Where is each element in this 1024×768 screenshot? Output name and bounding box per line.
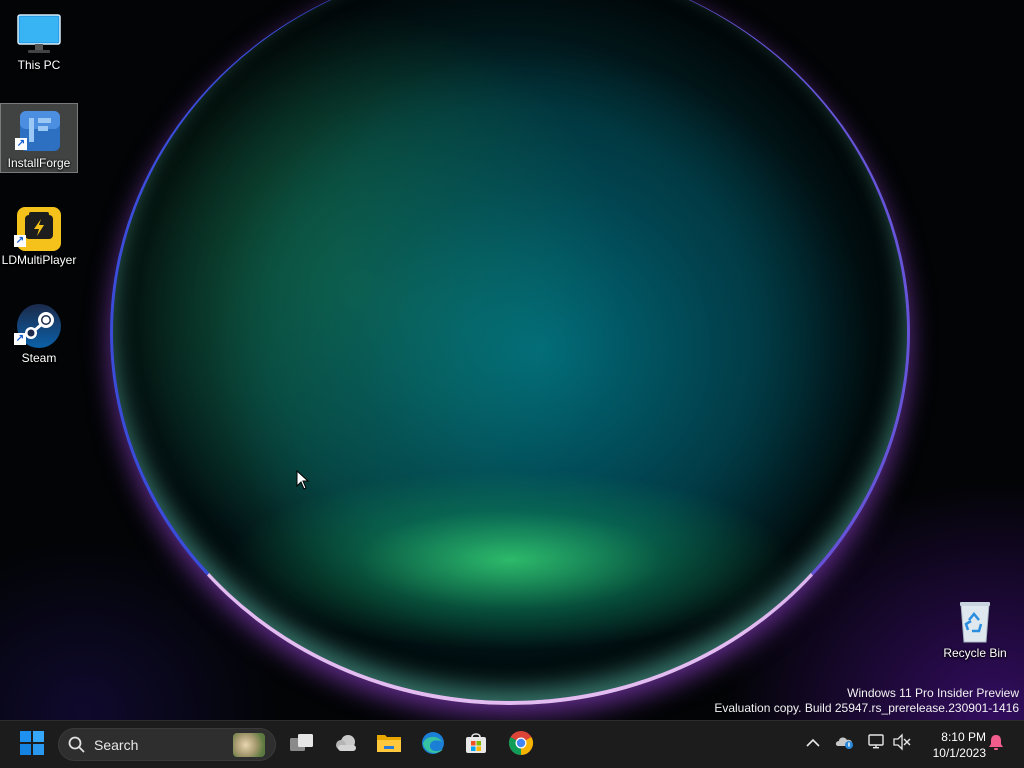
file-explorer-button[interactable]: [371, 727, 407, 763]
notification-bell-icon: [987, 733, 1005, 756]
start-button[interactable]: [14, 727, 50, 763]
weather-icon: [333, 732, 359, 759]
taskbar-clock[interactable]: 8:10 PM 10/1/2023: [920, 729, 986, 761]
shortcut-arrow-icon: ↗: [15, 138, 27, 150]
desktop-icon-label: This PC: [17, 58, 61, 72]
search-icon: [68, 736, 86, 759]
taskbar: Search 8:10 PM 10/1/2023: [0, 720, 1024, 768]
desktop-icon-label: LDMultiPlayer: [1, 253, 77, 267]
network-icon: [867, 733, 887, 756]
search-highlight-image: [233, 733, 265, 757]
task-view-button[interactable]: [284, 727, 320, 763]
volume-muted-icon: [892, 732, 912, 756]
chevron-up-icon: [806, 735, 820, 753]
notification-button[interactable]: [985, 733, 1007, 755]
task-view-icon: [289, 732, 315, 759]
file-explorer-icon: [376, 732, 402, 759]
store-icon: [464, 731, 488, 760]
taskbar-search[interactable]: Search: [58, 728, 276, 761]
desktop[interactable]: This PC ↗ InstallForge ↗ LDMultiPlayer ↗…: [0, 0, 1024, 720]
desktop-icon-label: InstallForge: [7, 156, 71, 170]
build-watermark: Windows 11 Pro Insider Preview Evaluatio…: [714, 686, 1019, 716]
edge-button[interactable]: [415, 727, 451, 763]
onedrive-icon: [835, 734, 855, 755]
start-icon: [20, 730, 44, 760]
clock-date: 10/1/2023: [932, 746, 986, 760]
desktop-icon-recycle-bin[interactable]: Recycle Bin: [936, 594, 1014, 664]
shortcut-arrow-icon: ↗: [14, 333, 26, 345]
recycle-bin-icon: [952, 598, 998, 644]
chrome-button[interactable]: [503, 727, 539, 763]
wallpaper-glow-left: [0, 520, 300, 720]
edge-icon: [420, 730, 446, 761]
desktop-icon-steam[interactable]: ↗ Steam: [0, 299, 78, 369]
monitor-icon: [16, 10, 62, 56]
chrome-icon: [508, 730, 534, 761]
clock-time: 8:10 PM: [941, 730, 986, 744]
desktop-icon-ldmultiplayer[interactable]: ↗ LDMultiPlayer: [0, 201, 78, 271]
shortcut-arrow-icon: ↗: [14, 235, 26, 247]
mouse-pointer-icon: [296, 469, 310, 495]
watermark-build: Evaluation copy. Build 25947.rs_prerelea…: [714, 701, 1019, 715]
onedrive-tray-button[interactable]: [834, 733, 856, 755]
watermark-edition: Windows 11 Pro Insider Preview: [847, 686, 1019, 700]
search-placeholder: Search: [94, 737, 139, 753]
show-hidden-icons-button[interactable]: [802, 733, 824, 755]
desktop-icon-installforge[interactable]: ↗ InstallForge: [0, 103, 78, 173]
volume-tray-button[interactable]: [891, 732, 913, 756]
store-button[interactable]: [458, 727, 494, 763]
network-tray-button[interactable]: [866, 733, 888, 755]
wallpaper-glow: [700, 460, 1024, 720]
widgets-button[interactable]: [328, 727, 364, 763]
desktop-icon-label: Recycle Bin: [943, 646, 1007, 660]
desktop-icon-label: Steam: [21, 351, 57, 365]
desktop-icon-this-pc[interactable]: This PC: [0, 6, 78, 76]
